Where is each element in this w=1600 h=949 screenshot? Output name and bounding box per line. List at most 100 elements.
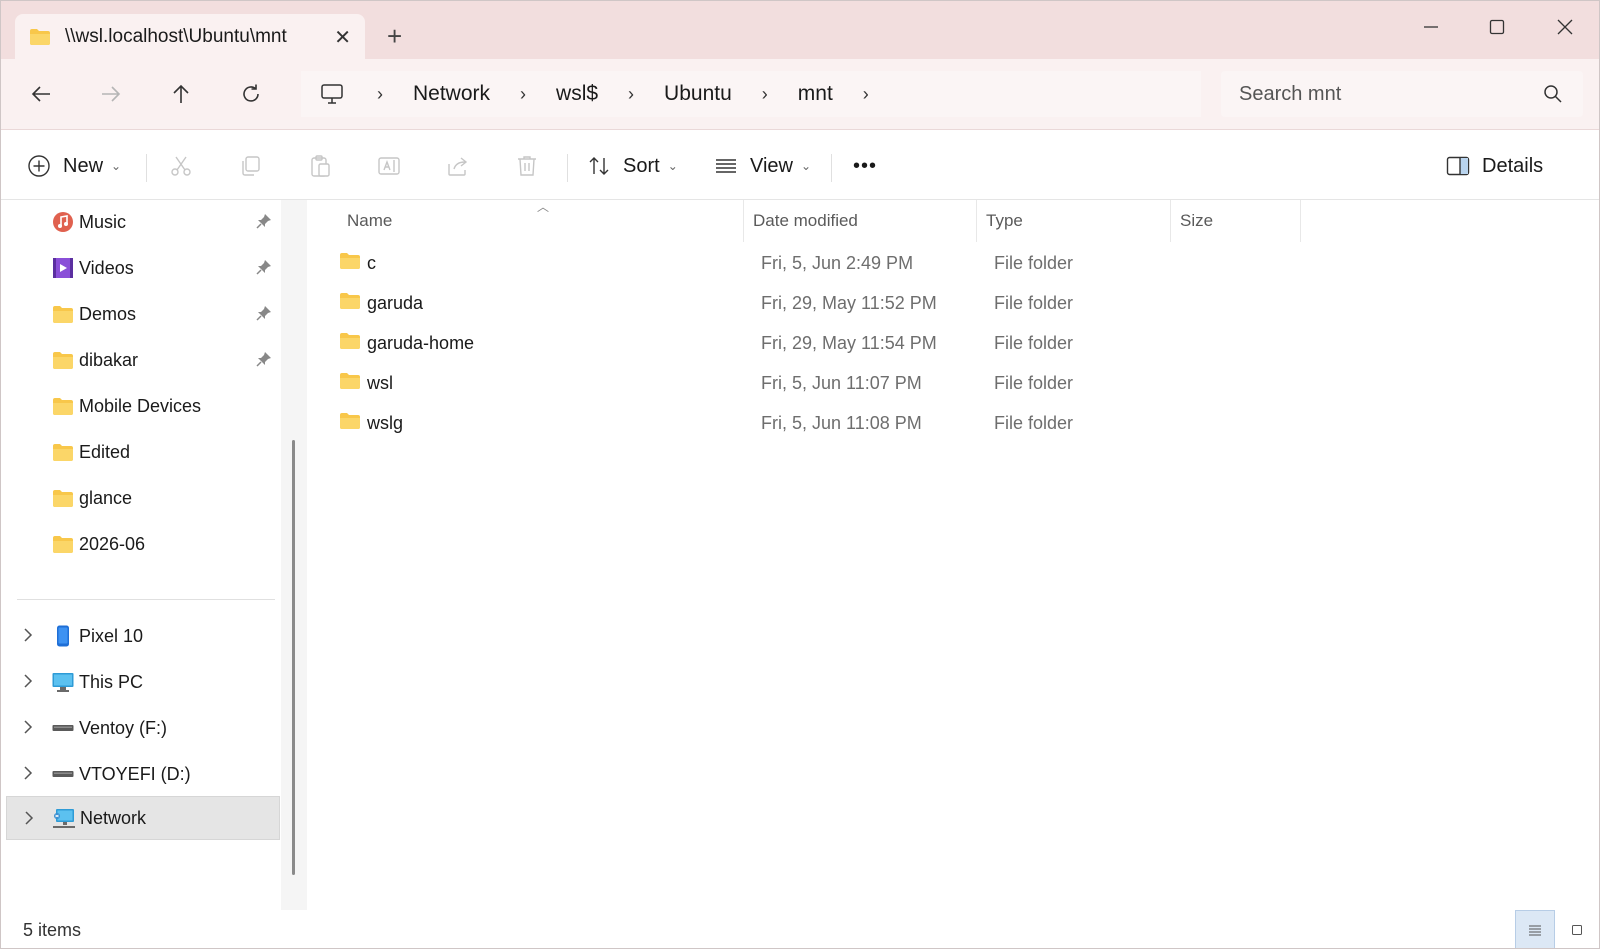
- crumb-network[interactable]: Network: [403, 82, 500, 106]
- table-row[interactable]: wsl Fri, 5, Jun 11:07 PM File folder: [327, 363, 1547, 403]
- this-pc-crumb[interactable]: [307, 83, 357, 105]
- view-button[interactable]: View ⌄: [714, 148, 811, 184]
- folder-icon: [340, 373, 360, 389]
- paste-button[interactable]: [308, 148, 332, 184]
- sidebar-item-network[interactable]: Network: [6, 796, 280, 840]
- column-divider[interactable]: [1170, 200, 1171, 242]
- chevron-right-icon[interactable]: [22, 627, 34, 643]
- chevron-right-icon[interactable]: ›: [500, 84, 546, 105]
- sidebar-item-2026-06[interactable]: 2026-06: [6, 522, 280, 566]
- table-row[interactable]: wslg Fri, 5, Jun 11:08 PM File folder: [327, 403, 1547, 443]
- chevron-right-icon[interactable]: ›: [357, 84, 403, 105]
- sidebar-item-edited[interactable]: Edited: [6, 430, 280, 474]
- column-header-type[interactable]: Type: [986, 200, 1170, 242]
- search-icon[interactable]: [1543, 84, 1563, 104]
- sidebar-item-label: 2026-06: [79, 533, 146, 554]
- pin-icon[interactable]: [256, 305, 272, 321]
- sidebar-item-this-pc[interactable]: This PC: [6, 660, 280, 704]
- column-label: Name: [347, 211, 393, 230]
- new-label: New: [63, 154, 104, 177]
- sidebar-item-label: Demos: [79, 303, 137, 324]
- sidebar-item-label: Music: [79, 211, 127, 232]
- large-icons-view-button[interactable]: [1557, 910, 1597, 948]
- pin-icon[interactable]: [256, 351, 272, 367]
- crumb-mnt[interactable]: mnt: [788, 82, 843, 106]
- details-view-button[interactable]: [1515, 910, 1555, 948]
- scrollbar-thumb[interactable]: [292, 440, 295, 875]
- file-date: Fri, 5, Jun 2:49 PM: [761, 253, 914, 273]
- tiles-view-icon: [1572, 925, 1582, 935]
- sidebar-item-ventoy[interactable]: Ventoy (F:): [6, 706, 280, 750]
- column-divider[interactable]: [1300, 200, 1301, 242]
- table-row[interactable]: garuda Fri, 29, May 11:52 PM File folder: [327, 283, 1547, 323]
- tab-current[interactable]: \\wsl.localhost\Ubuntu\mnt ✕: [15, 14, 365, 60]
- sidebar-item-pixel-10[interactable]: Pixel 10: [6, 614, 280, 658]
- details-pane-button[interactable]: Details: [1446, 148, 1543, 184]
- maximize-icon[interactable]: [1473, 9, 1521, 45]
- chevron-right-icon[interactable]: ›: [608, 84, 654, 105]
- sidebar-item-label: Pixel 10: [79, 625, 144, 646]
- column-header-name[interactable]: Name: [347, 200, 743, 242]
- forward-button[interactable]: [93, 76, 129, 112]
- more-options-button[interactable]: •••: [853, 148, 877, 184]
- column-header-size[interactable]: Size: [1180, 200, 1300, 242]
- tab-title: \\wsl.localhost\Ubuntu\mnt: [65, 26, 287, 47]
- back-button[interactable]: [23, 76, 59, 112]
- column-label: Size: [1180, 211, 1214, 230]
- search-input[interactable]: [1239, 82, 1529, 106]
- sidebar-item-vtoyefi[interactable]: VTOYEFI (D:): [6, 752, 280, 796]
- delete-button[interactable]: [515, 148, 539, 184]
- plus-circle-icon: [28, 155, 50, 177]
- crumb-wsl[interactable]: wsl$: [546, 82, 608, 106]
- minimize-icon[interactable]: [1407, 9, 1455, 45]
- sort-button[interactable]: Sort ⌄: [587, 148, 678, 184]
- view-label: View: [750, 154, 793, 177]
- arrow-right-icon: [102, 86, 121, 102]
- videos-icon: [53, 258, 73, 278]
- column-header-date-modified[interactable]: Date modified: [753, 200, 975, 242]
- chevron-right-icon[interactable]: ›: [843, 84, 889, 105]
- up-button[interactable]: [163, 76, 199, 112]
- sidebar-item-dibakar[interactable]: dibakar: [6, 338, 280, 382]
- sidebar-item-glance[interactable]: glance: [6, 476, 280, 520]
- column-divider[interactable]: [743, 200, 744, 242]
- close-window-icon[interactable]: [1541, 9, 1589, 45]
- chevron-right-icon[interactable]: [23, 810, 35, 826]
- file-list: ︿ Name Date modified Type Size c Fri, 5,…: [307, 200, 1599, 910]
- cut-button[interactable]: [169, 148, 193, 184]
- table-row[interactable]: garuda-home Fri, 29, May 11:54 PM File f…: [327, 323, 1547, 363]
- sidebar-item-music[interactable]: Music: [6, 200, 280, 244]
- sidebar-item-mobile-devices[interactable]: Mobile Devices: [6, 384, 280, 428]
- close-tab-icon[interactable]: ✕: [334, 25, 351, 50]
- file-type: File folder: [994, 293, 1074, 313]
- sidebar-item-label: Network: [80, 807, 147, 828]
- file-name: garuda: [367, 293, 424, 313]
- sidebar-item-demos[interactable]: Demos: [6, 292, 280, 336]
- chevron-right-icon[interactable]: [22, 765, 34, 781]
- new-tab-button[interactable]: +: [387, 21, 402, 52]
- new-button[interactable]: New ⌄: [27, 148, 121, 184]
- pin-icon[interactable]: [256, 213, 272, 229]
- folder-icon: [53, 398, 73, 415]
- column-divider[interactable]: [976, 200, 977, 242]
- table-row[interactable]: c Fri, 5, Jun 2:49 PM File folder: [327, 243, 1547, 283]
- chevron-right-icon[interactable]: [22, 673, 34, 689]
- sidebar-item-label: dibakar: [79, 349, 139, 370]
- refresh-button[interactable]: [233, 76, 269, 112]
- folder-icon: [53, 444, 73, 461]
- chevron-right-icon[interactable]: [22, 719, 34, 735]
- file-type: File folder: [994, 333, 1074, 353]
- sidebar-item-videos[interactable]: Videos: [6, 246, 280, 290]
- copy-button[interactable]: [239, 148, 263, 184]
- chevron-right-icon[interactable]: ›: [742, 84, 788, 105]
- sidebar-scrollbar[interactable]: [281, 200, 307, 910]
- pin-icon[interactable]: [256, 259, 272, 275]
- network-icon: [53, 809, 75, 828]
- folder-icon: [30, 29, 50, 45]
- details-label: Details: [1482, 154, 1544, 177]
- breadcrumb[interactable]: › Network › wsl$ › Ubuntu › mnt ›: [301, 71, 1201, 117]
- crumb-ubuntu[interactable]: Ubuntu: [654, 82, 742, 106]
- arrow-up-icon: [173, 84, 189, 103]
- rename-button[interactable]: [377, 148, 401, 184]
- share-button[interactable]: [446, 148, 470, 184]
